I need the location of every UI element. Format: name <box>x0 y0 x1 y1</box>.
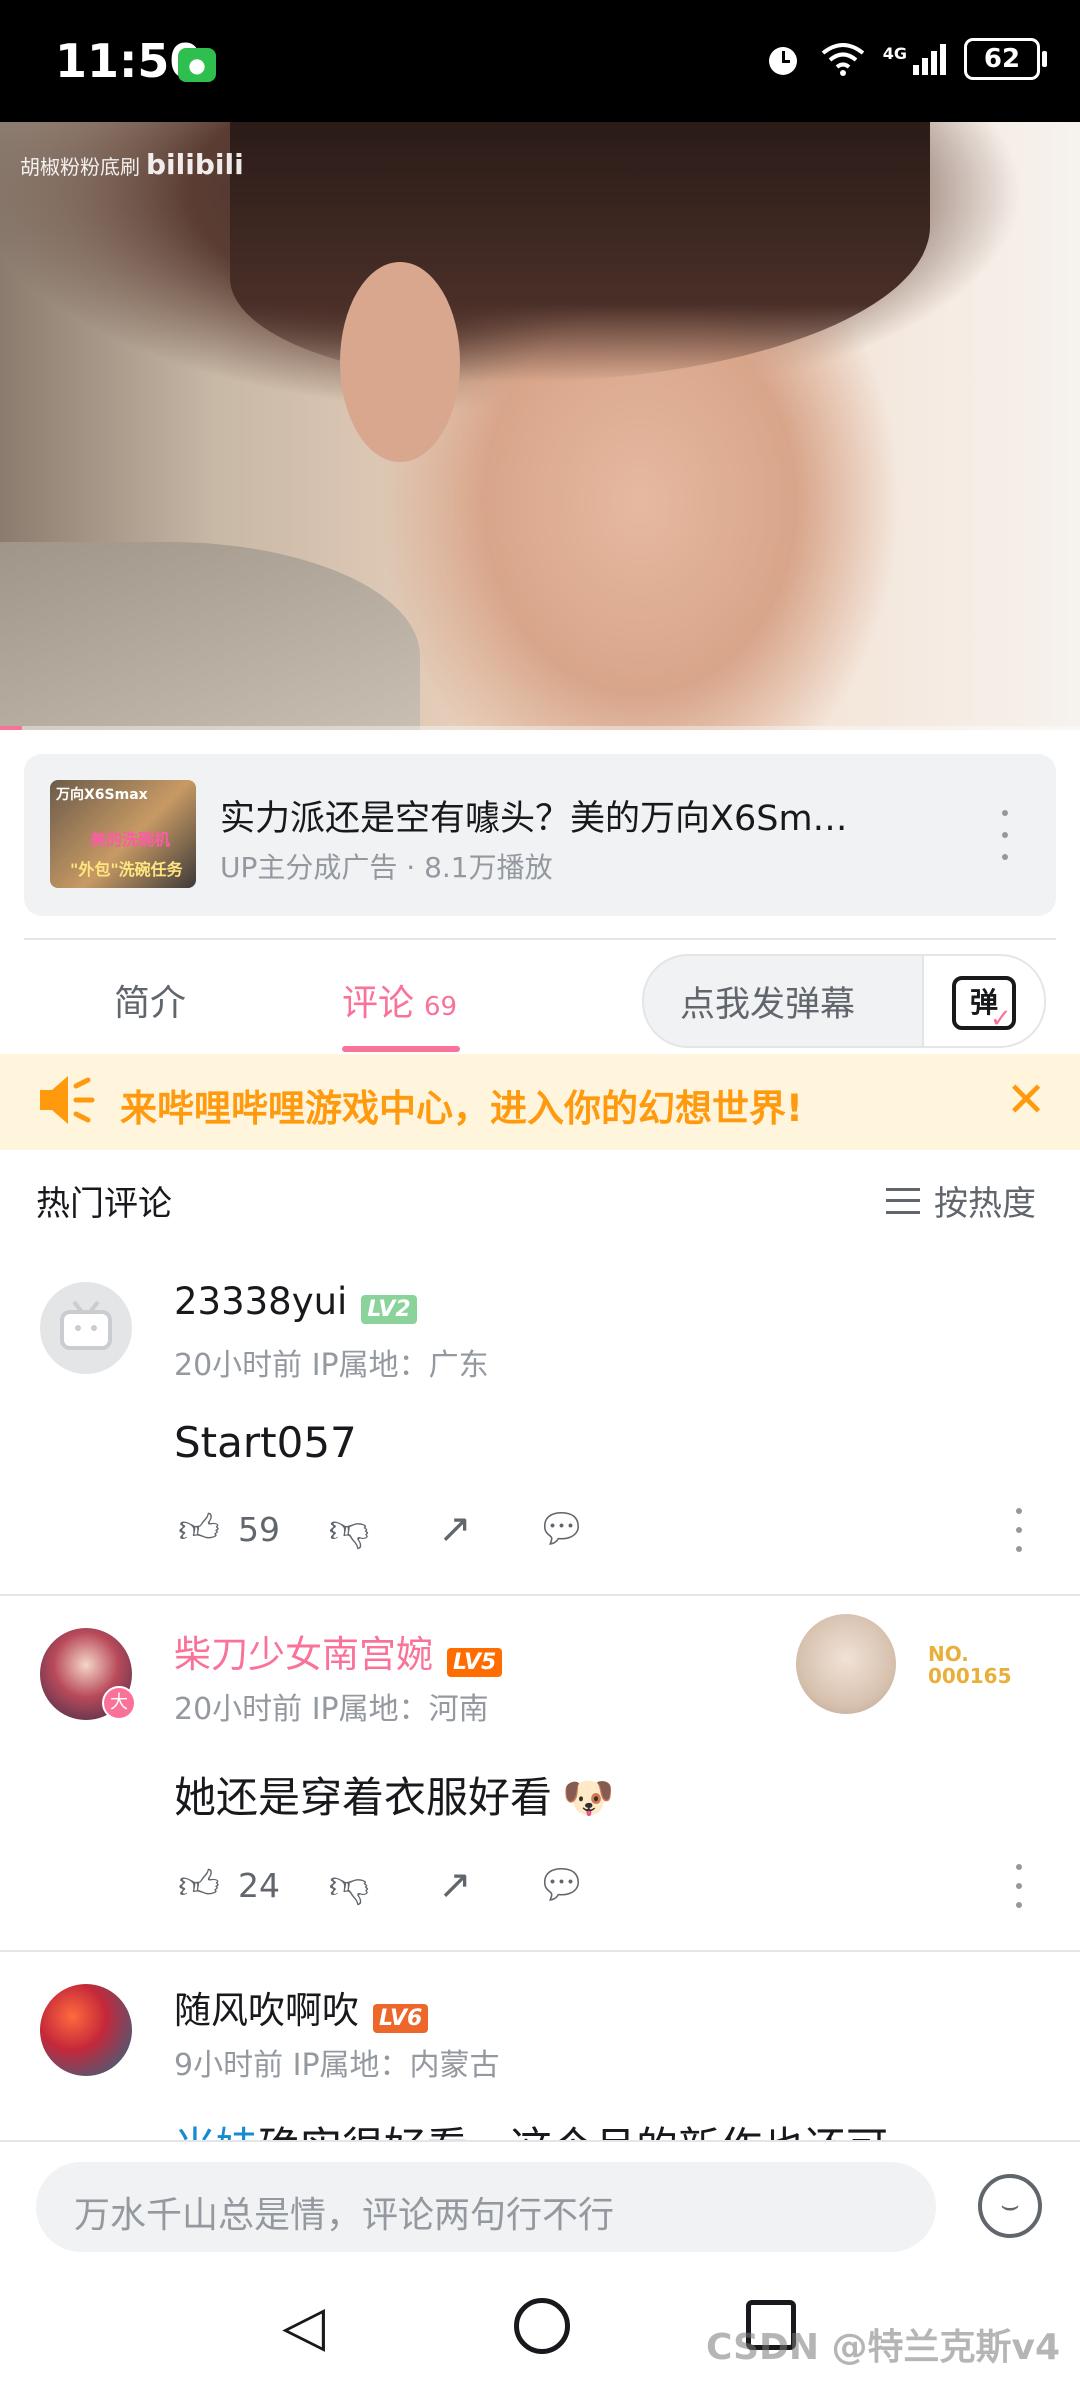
ad-title[interactable]: 实力派还是空有噱头？美的万向X6Sm… <box>220 790 920 841</box>
bilitv-icon <box>60 1300 112 1350</box>
danmaku-placeholder: 点我发弹幕 <box>680 985 856 1025</box>
like-icon[interactable]: 👍︎ <box>174 1506 224 1552</box>
video-frame-ear <box>340 262 460 462</box>
comment-actions: 👍︎ 24 👎︎ ↗ 💬︎ <box>174 1862 587 1908</box>
home-icon[interactable] <box>514 2298 570 2354</box>
reply-icon[interactable]: 💬︎ <box>536 1506 587 1552</box>
like-icon[interactable]: 👍︎ <box>174 1862 224 1908</box>
comment-meta: 20小时前 IP属地：河南 <box>174 1692 489 1727</box>
csdn-watermark: CSDN @特兰克斯v4 <box>706 2327 1061 2368</box>
username[interactable]: 柴刀少女南宫婉 <box>174 1633 433 1676</box>
ad-thumb-caption: 万向X6Smax <box>56 787 148 803</box>
wifi-icon <box>821 43 864 76</box>
hot-comments-title: 热门评论 <box>36 1184 172 1224</box>
dislike-icon[interactable]: 👎︎ <box>324 1862 374 1908</box>
share-icon[interactable]: ↗ <box>430 1862 480 1908</box>
comment-text[interactable]: 她还是穿着衣服好看 🐶 <box>174 1764 614 1825</box>
alarm-icon <box>768 47 797 75</box>
comment-user[interactable]: 随风吹啊吹 LV6 <box>174 1980 429 2034</box>
comment-user[interactable]: 柴刀少女南宫婉 LV5 <box>174 1624 503 1678</box>
ad-thumbnail: 万向X6Smax 美的洗碗机 "外包"洗碗任务 <box>50 780 196 888</box>
like-count: 24 <box>238 1865 280 1905</box>
like-count: 59 <box>238 1509 280 1549</box>
danmaku-toggle-button[interactable]: 弹 ✓ <box>922 956 1044 1046</box>
comment-text-body: 她还是穿着衣服好看 <box>174 1773 553 1822</box>
video-frame-hair <box>230 122 930 382</box>
reply-icon[interactable]: 💬︎ <box>536 1862 587 1908</box>
avatar[interactable] <box>40 1282 132 1374</box>
more-icon[interactable] <box>1014 1864 1024 1908</box>
status-icons: 4G 62 <box>763 38 1047 80</box>
level-badge: LV5 <box>447 1648 503 1677</box>
list-icon <box>886 1187 920 1214</box>
pendant-number: NO. 000165 <box>928 1642 1012 1688</box>
ad-thumb-caption: "外包"洗碗任务 <box>70 860 183 879</box>
doge-emoji-icon: 🐶 <box>562 1773 615 1822</box>
wechat-icon: ● <box>178 48 216 82</box>
tab-active-indicator <box>342 1046 460 1052</box>
status-bar: 11:50 ● 4G 62 <box>0 0 1080 122</box>
danmaku-input[interactable]: 点我发弹幕 弹 ✓ <box>642 954 1046 1048</box>
comment-meta: 9小时前 IP属地：内蒙古 <box>174 2048 500 2083</box>
ad-thumb-caption: 美的洗碗机 <box>90 830 171 849</box>
avatar-pendant-image <box>796 1614 896 1714</box>
comment-input-placeholder: 万水千山总是情，评论两句行不行 <box>74 2195 615 2236</box>
more-icon[interactable] <box>1014 1508 1024 1552</box>
username[interactable]: 23338yui <box>174 1280 347 1323</box>
check-icon: ✓ <box>990 1004 1012 1034</box>
ad-meta: UP主分成广告 · 8.1万播放 <box>220 851 553 884</box>
tab-bar: 简介 评论 69 点我发弹幕 弹 ✓ <box>0 940 1080 1052</box>
comment-meta: 20小时前 IP属地：广东 <box>174 1348 489 1383</box>
tab-comments-label: 评论 <box>342 983 415 1024</box>
battery-indicator: 62 <box>964 38 1047 80</box>
share-icon[interactable]: ↗ <box>430 1506 480 1552</box>
comment-user[interactable]: 23338yui LV2 <box>174 1280 417 1324</box>
back-icon[interactable]: ◁ <box>282 2294 325 2359</box>
tab-comments[interactable]: 评论 69 <box>342 974 457 1026</box>
notice-banner[interactable]: 来哔哩哔哩游戏中心，进入你的幻想世界! ✕ <box>0 1054 1080 1150</box>
comment-input-bar: 万水千山总是情，评论两句行不行 ⌣ <box>0 2140 1080 2266</box>
more-icon[interactable] <box>1000 810 1010 860</box>
level-badge: LV2 <box>361 1295 417 1324</box>
username[interactable]: 随风吹啊吹 <box>174 1989 359 2032</box>
divider <box>0 1950 1080 1952</box>
notice-text[interactable]: 来哔哩哔哩游戏中心，进入你的幻想世界! <box>120 1078 803 1132</box>
comment-actions: 👍︎ 59 👎︎ ↗ 💬︎ <box>174 1506 587 1552</box>
sort-label: 按热度 <box>934 1184 1036 1224</box>
video-progress-fill <box>0 726 22 730</box>
4g-signal-icon: 4G <box>883 43 946 75</box>
divider <box>0 1594 1080 1596</box>
sort-button[interactable]: 按热度 <box>886 1176 1036 1225</box>
emoji-icon[interactable]: ⌣ <box>978 2174 1042 2238</box>
tab-comments-count: 69 <box>424 992 458 1022</box>
ad-card[interactable]: 万向X6Smax 美的洗碗机 "外包"洗碗任务 实力派还是空有噱头？美的万向X6… <box>24 754 1056 916</box>
video-player[interactable]: 胡椒粉粉底刷 bilibili <box>0 122 1080 730</box>
system-nav-bar: ◁ CSDN @特兰克斯v4 <box>0 2264 1080 2388</box>
close-icon[interactable]: ✕ <box>1006 1072 1046 1128</box>
tab-intro[interactable]: 简介 <box>114 974 186 1026</box>
speaker-icon <box>36 1072 96 1141</box>
comment-input[interactable]: 万水千山总是情，评论两句行不行 <box>36 2162 936 2252</box>
video-progress-track[interactable] <box>0 726 1080 730</box>
video-watermark: 胡椒粉粉底刷 bilibili <box>20 148 244 181</box>
video-frame-collar <box>0 542 420 730</box>
avatar[interactable] <box>40 1984 132 2076</box>
vip-badge-icon: 大 <box>102 1686 136 1720</box>
level-badge: LV6 <box>373 2004 429 2033</box>
comment-text[interactable]: Start057 <box>174 1418 357 1467</box>
dislike-icon[interactable]: 👎︎ <box>324 1506 374 1552</box>
